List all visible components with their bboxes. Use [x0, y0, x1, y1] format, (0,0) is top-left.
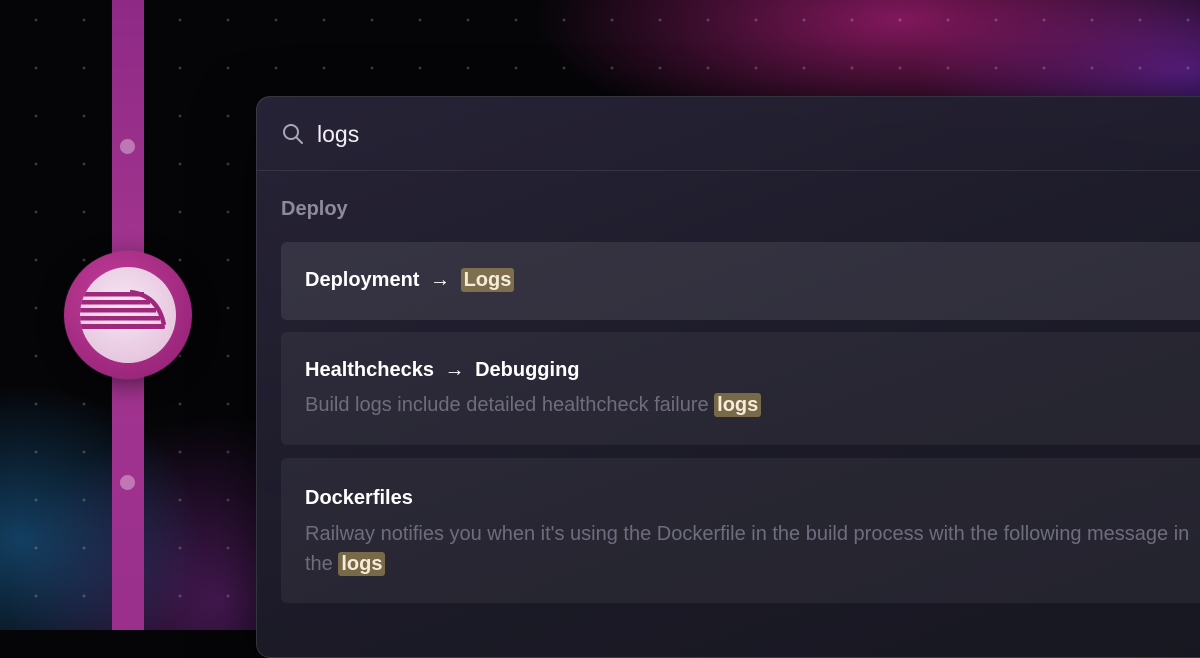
- result-description-text: Railway notifies you when it's using the…: [305, 523, 1190, 575]
- logo-emblem: [80, 267, 176, 363]
- search-icon: [283, 124, 303, 144]
- search-result-dockerfiles[interactable]: Dockerfiles Railway notifies you when it…: [281, 458, 1200, 603]
- search-result-healthchecks-debugging[interactable]: Healthchecks → Debugging Build logs incl…: [281, 332, 1200, 445]
- match-highlight: Logs: [460, 268, 515, 292]
- result-title: Dockerfiles: [305, 487, 413, 509]
- search-result-deployment-logs[interactable]: Deployment → Logs: [281, 242, 1200, 320]
- match-highlight: logs: [338, 552, 386, 576]
- railway-logo-icon: [64, 251, 192, 379]
- result-description: Build logs include detailed healthcheck …: [305, 390, 1191, 420]
- arrow-right-icon: →: [444, 359, 465, 381]
- result-description: Railway notifies you when it's using the…: [305, 519, 1191, 579]
- search-input[interactable]: [317, 117, 917, 151]
- timeline-dot: [120, 139, 135, 154]
- match-highlight: logs: [714, 393, 762, 417]
- result-title: Deployment → Logs: [305, 268, 515, 292]
- result-title-prefix: Deployment: [305, 269, 420, 291]
- train-speed-lines-icon: [80, 289, 167, 329]
- timeline-dot: [120, 475, 135, 490]
- result-description-text: Build logs include detailed healthcheck …: [305, 394, 715, 416]
- search-bar: [257, 97, 1200, 171]
- result-title-suffix: Debugging: [475, 359, 580, 381]
- result-title-prefix: Healthchecks: [305, 359, 434, 381]
- section-label-deploy: Deploy: [281, 198, 348, 220]
- arrow-right-icon: →: [430, 269, 451, 291]
- result-title: Healthchecks → Debugging: [305, 359, 580, 382]
- command-palette: Deploy Deployment → Logs Healthchecks → …: [256, 96, 1200, 658]
